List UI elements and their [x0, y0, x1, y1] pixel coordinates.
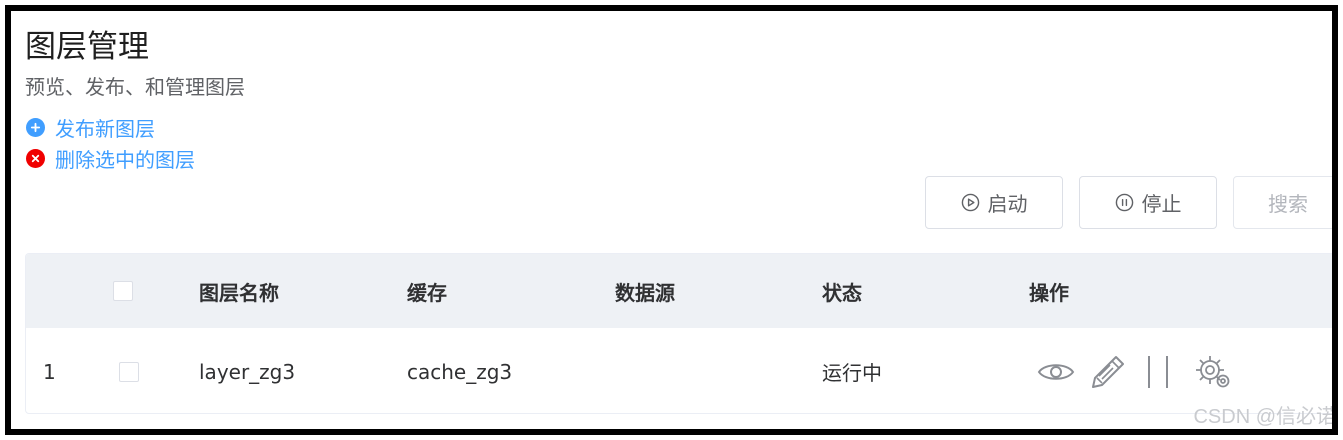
search-button-label: 搜索 [1268, 192, 1308, 216]
page-title: 图层管理 [25, 29, 149, 65]
stop-button[interactable]: 停止 [1079, 176, 1217, 229]
delete-selected-link[interactable]: 删除选中的图层 [26, 144, 195, 173]
settings-gear-icon[interactable] [1193, 353, 1233, 391]
row-checkbox[interactable] [119, 361, 139, 382]
watermark: CSDN @信必诺 [1193, 406, 1336, 428]
select-all-cell [113, 254, 133, 328]
table-row[interactable]: 1 layer_zg3 cache_zg3 运行中 [26, 328, 1332, 413]
start-button[interactable]: 启动 [925, 176, 1063, 229]
start-button-label: 启动 [987, 192, 1028, 216]
column-header-cache[interactable]: 缓存 [407, 254, 447, 328]
play-circle-icon [961, 193, 979, 212]
select-all-checkbox[interactable] [113, 281, 133, 301]
layers-table: 图层名称 缓存 数据源 状态 操作 1 layer_zg3 cache_zg3 … [25, 253, 1332, 414]
stop-button-label: 停止 [1141, 192, 1182, 216]
delete-selected-label: 删除选中的图层 [55, 148, 195, 172]
table-header: 图层名称 缓存 数据源 状态 操作 [26, 254, 1332, 328]
publish-layer-link[interactable]: 发布新图层 [26, 113, 155, 142]
pause-circle-icon [1115, 193, 1133, 212]
layer-name: layer_zg3 [199, 359, 296, 384]
row-index: 1 [43, 359, 56, 384]
status-badge: 运行中 [822, 361, 882, 385]
plus-circle-icon [26, 118, 45, 137]
publish-layer-label: 发布新图层 [55, 117, 155, 141]
column-header-ops: 操作 [1029, 280, 1069, 305]
close-circle-icon [26, 149, 45, 168]
column-header-status[interactable]: 状态 [822, 254, 862, 328]
row-select-cell [119, 328, 139, 413]
search-button[interactable]: 搜索 [1233, 176, 1332, 229]
column-header-name[interactable]: 图层名称 [199, 254, 279, 328]
page-subtitle: 预览、发布、和管理图层 [25, 75, 245, 99]
column-header-source[interactable]: 数据源 [615, 254, 675, 328]
layer-cache: cache_zg3 [407, 359, 513, 384]
eye-icon[interactable] [1037, 359, 1075, 385]
edit-pencil-icon[interactable] [1089, 353, 1127, 391]
pause-bars-icon[interactable] [1145, 354, 1171, 390]
layer-management-panel: 图层管理 预览、发布、和管理图层 发布新图层 删除选中的图层 启动 停止 搜索 [5, 5, 1338, 435]
